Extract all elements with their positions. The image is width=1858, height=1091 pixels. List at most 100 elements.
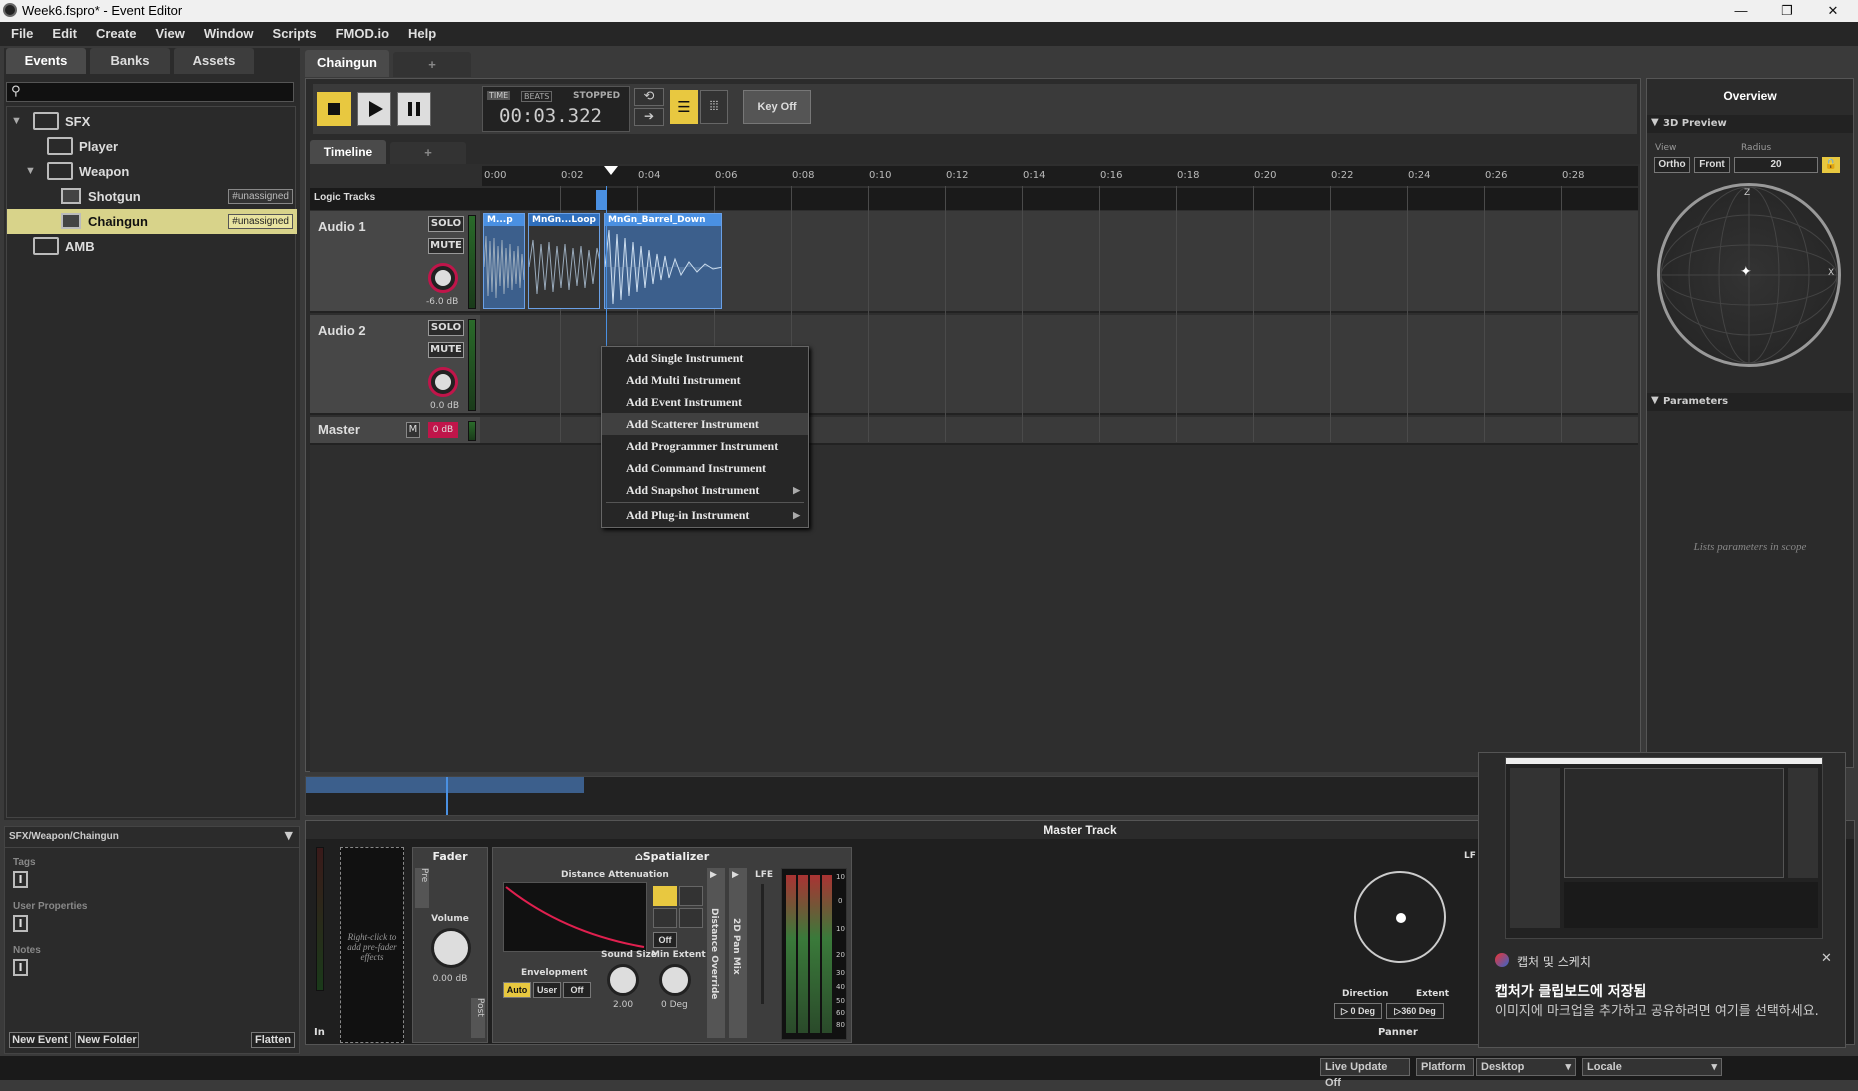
menu-help[interactable]: Help bbox=[397, 22, 444, 41]
distance-override-strip[interactable]: ▶ Distance Override bbox=[707, 868, 725, 1038]
flatten-button[interactable]: Flatten bbox=[251, 1032, 295, 1048]
curve-linear-icon[interactable] bbox=[679, 886, 703, 906]
tree-item-player[interactable]: Player bbox=[7, 134, 297, 159]
locale-select[interactable]: Locale ▾ bbox=[1582, 1058, 1722, 1076]
envelopment-user-button[interactable]: User bbox=[533, 982, 561, 998]
radius-input[interactable]: 20 bbox=[1734, 157, 1818, 173]
mute-button[interactable]: MUTE bbox=[428, 342, 464, 358]
tab-banks[interactable]: Banks bbox=[90, 48, 170, 74]
notes-edit-icon[interactable]: I bbox=[13, 959, 28, 976]
beats-mode-button[interactable]: BEATS bbox=[521, 91, 553, 102]
spatializer-module[interactable]: ⌂Spatializer Distance Attenuation Off En… bbox=[492, 847, 852, 1043]
tags-edit-icon[interactable]: I bbox=[13, 871, 28, 888]
menu-create[interactable]: Create bbox=[85, 22, 144, 41]
tab-event-chaingun[interactable]: Chaingun bbox=[305, 50, 389, 77]
track-audio-2[interactable]: Audio 2 SOLO MUTE 0.0 dB bbox=[310, 315, 1638, 415]
menu-scripts[interactable]: Scripts bbox=[262, 22, 325, 41]
menu-add-snapshot-instrument[interactable]: Add Snapshot Instrument ▶ bbox=[602, 479, 808, 501]
attenuation-off-button[interactable]: Off bbox=[653, 932, 677, 948]
scroll-thumb[interactable] bbox=[306, 777, 584, 793]
audio-clip[interactable]: MnGn_Barrel_Down bbox=[604, 213, 722, 309]
master-mute-button[interactable]: M bbox=[406, 422, 420, 438]
play-button[interactable] bbox=[357, 92, 391, 126]
3d-preview-sphere[interactable]: Z X ✦ bbox=[1657, 183, 1841, 367]
extent-input[interactable]: ▷360 Deg bbox=[1386, 1003, 1444, 1019]
screenshot-thumbnail[interactable] bbox=[1505, 757, 1823, 939]
new-event-button[interactable]: New Event bbox=[9, 1032, 71, 1048]
tree-item-amb[interactable]: AMB bbox=[7, 234, 297, 259]
loop-icon[interactable]: ⟲ bbox=[634, 88, 664, 106]
attenuation-curve[interactable] bbox=[503, 882, 647, 952]
pre-toggle[interactable]: Pre bbox=[415, 868, 429, 908]
menu-add-single-instrument[interactable]: Add Single Instrument bbox=[602, 347, 808, 369]
stop-button[interactable] bbox=[317, 92, 351, 126]
menu-add-plugin-instrument[interactable]: Add Plug-in Instrument ▶ bbox=[602, 504, 808, 526]
minimize-button[interactable]: — bbox=[1718, 0, 1764, 22]
menu-window[interactable]: Window bbox=[193, 22, 262, 41]
tree-item-weapon[interactable]: ▼ Weapon bbox=[7, 159, 297, 184]
fader-module[interactable]: Fader Pre Volume 0.00 dB Post bbox=[412, 847, 488, 1043]
follow-icon[interactable]: ➔ bbox=[634, 108, 664, 126]
mute-button[interactable]: MUTE bbox=[428, 238, 464, 254]
audio-clip[interactable]: MnGn...Loop bbox=[528, 213, 600, 309]
menu-add-command-instrument[interactable]: Add Command Instrument bbox=[602, 457, 808, 479]
expand-arrow-icon[interactable]: ▼ bbox=[25, 159, 36, 184]
menu-add-scatterer-instrument[interactable]: Add Scatterer Instrument bbox=[602, 413, 808, 435]
solo-button[interactable]: SOLO bbox=[428, 216, 464, 232]
post-toggle[interactable]: Post bbox=[471, 998, 485, 1038]
ortho-button[interactable]: Ortho bbox=[1654, 157, 1690, 173]
audio-clip[interactable]: M...p bbox=[483, 213, 525, 309]
restore-button[interactable]: ❐ bbox=[1764, 0, 1810, 22]
panner-dial[interactable] bbox=[1354, 871, 1446, 963]
collapse-icon[interactable]: ▼ bbox=[285, 829, 293, 842]
menu-add-programmer-instrument[interactable]: Add Programmer Instrument bbox=[602, 435, 808, 457]
pan-mix-strip[interactable]: ▶ 2D Pan Mix bbox=[729, 868, 747, 1038]
tab-timeline[interactable]: Timeline bbox=[310, 140, 386, 164]
solo-button[interactable]: SOLO bbox=[428, 320, 464, 336]
track-master[interactable]: Master M 0 dB bbox=[310, 417, 1638, 445]
time-mode-button[interactable]: TIME bbox=[487, 91, 511, 100]
key-off-button[interactable]: Key Off bbox=[743, 90, 811, 124]
list-view-icon[interactable]: ☰ bbox=[670, 90, 698, 124]
menu-fmodio[interactable]: FMOD.io bbox=[325, 22, 397, 41]
front-button[interactable]: Front bbox=[1694, 157, 1730, 173]
tree-item-sfx[interactable]: ▼ SFX bbox=[7, 109, 297, 134]
playhead-marker-icon[interactable] bbox=[604, 166, 618, 175]
sound-size-knob[interactable] bbox=[607, 964, 639, 996]
tab-assets[interactable]: Assets bbox=[174, 48, 254, 74]
volume-knob[interactable] bbox=[428, 367, 458, 397]
notification-toast[interactable]: 캡처 및 스케치 ✕ 캡처가 클립보드에 저장됨 이미지에 마크업을 추가하고 … bbox=[1478, 752, 1846, 1048]
toast-close-button[interactable]: ✕ bbox=[1821, 951, 1832, 966]
timeline-ruler[interactable]: 0:00 0:02 0:04 0:06 0:08 0:10 0:12 0:14 … bbox=[482, 166, 1638, 186]
close-button[interactable]: ✕ bbox=[1810, 0, 1856, 22]
master-volume[interactable]: 0 dB bbox=[428, 422, 458, 438]
volume-knob[interactable] bbox=[428, 263, 458, 293]
volume-knob[interactable] bbox=[431, 928, 471, 968]
tab-add-parameter[interactable]: + bbox=[390, 142, 466, 164]
expand-arrow-icon[interactable]: ▼ bbox=[11, 109, 22, 134]
curve-linear-squared-icon[interactable] bbox=[653, 886, 677, 906]
min-extent-knob[interactable] bbox=[659, 964, 691, 996]
direction-input[interactable]: ▷ 0 Deg bbox=[1334, 1003, 1382, 1019]
new-folder-button[interactable]: New Folder bbox=[75, 1032, 139, 1048]
parameters-header[interactable]: ▼ Parameters bbox=[1647, 393, 1853, 411]
search-input[interactable]: ⚲ bbox=[6, 82, 294, 102]
3d-preview-header[interactable]: ▼ 3D Preview bbox=[1647, 115, 1853, 133]
menu-view[interactable]: View bbox=[144, 22, 192, 41]
tab-add-event[interactable]: + bbox=[393, 52, 471, 77]
curve-inverse-icon[interactable] bbox=[653, 908, 677, 928]
menu-file[interactable]: File bbox=[0, 22, 41, 41]
pause-button[interactable] bbox=[397, 92, 431, 126]
grid-view-icon[interactable]: ⦙⦙⦙ bbox=[700, 90, 728, 124]
curve-inverse-tapered-icon[interactable] bbox=[679, 908, 703, 928]
pre-fader-effects-slot[interactable]: Right-click to add pre-fader effects bbox=[340, 847, 404, 1043]
envelopment-off-button[interactable]: Off bbox=[563, 982, 591, 998]
lock-icon[interactable]: 🔒 bbox=[1822, 157, 1840, 173]
live-update-button[interactable]: Live Update Off bbox=[1320, 1058, 1410, 1089]
envelopment-auto-button[interactable]: Auto bbox=[503, 982, 531, 998]
menu-add-multi-instrument[interactable]: Add Multi Instrument bbox=[602, 369, 808, 391]
platform-select[interactable]: Desktop ▾ bbox=[1476, 1058, 1576, 1076]
loop-region-marker[interactable] bbox=[596, 190, 606, 210]
tree-item-chaingun[interactable]: Chaingun #unassigned bbox=[7, 209, 297, 234]
user-properties-edit-icon[interactable]: I bbox=[13, 915, 28, 932]
